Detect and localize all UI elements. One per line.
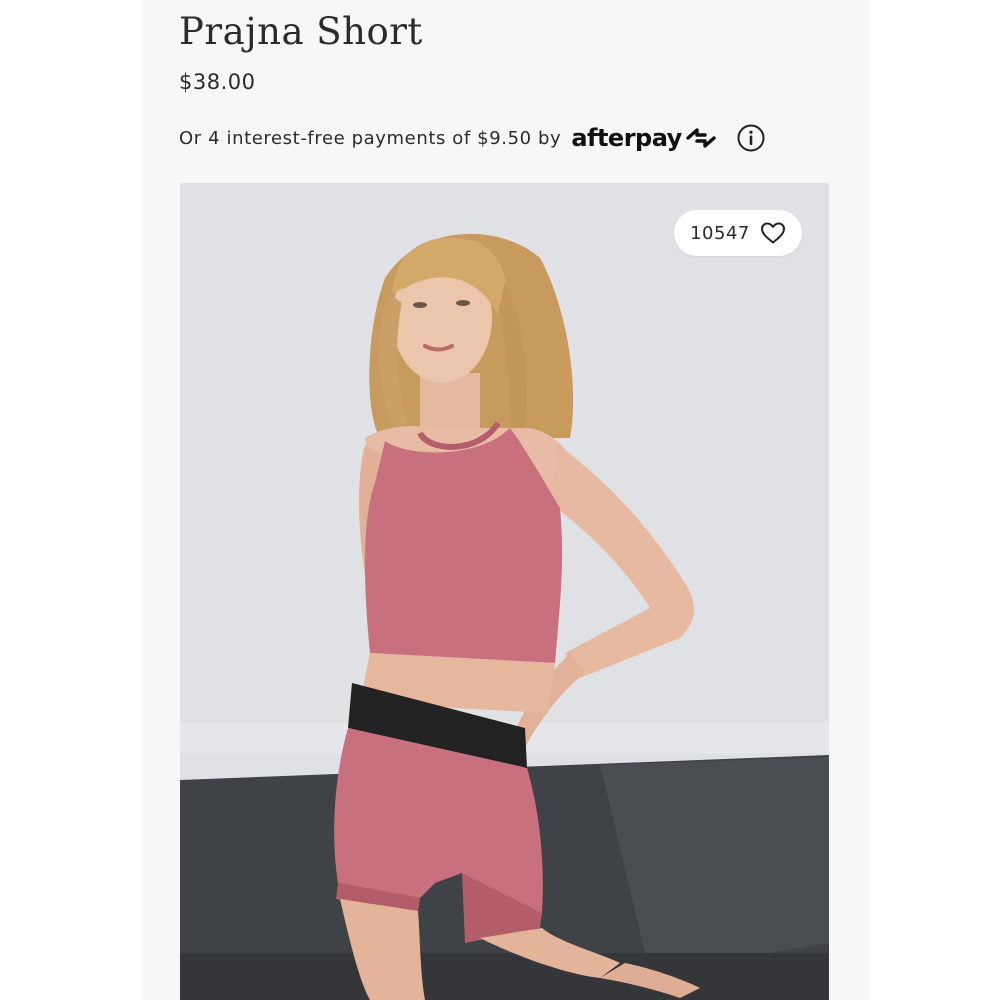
afterpay-arrows-icon — [686, 128, 716, 148]
afterpay-row: Or 4 interest-free payments of $9.50 by … — [179, 120, 766, 156]
product-image[interactable]: 10547 — [180, 183, 829, 1000]
product-photo — [180, 183, 829, 1000]
product-page: Prajna Short $38.00 Or 4 interest-free p… — [142, 0, 869, 1000]
info-icon — [737, 124, 765, 152]
product-title: Prajna Short — [179, 10, 423, 53]
afterpay-wordmark: afterpay — [571, 124, 682, 152]
heart-icon — [760, 222, 785, 244]
afterpay-logo: afterpay — [571, 124, 718, 152]
like-count: 10547 — [690, 222, 750, 244]
wishlist-button[interactable]: 10547 — [674, 210, 802, 256]
afterpay-installment-text: Or 4 interest-free payments of $9.50 by — [179, 127, 562, 149]
product-price: $38.00 — [179, 70, 256, 94]
afterpay-info-button[interactable] — [736, 123, 766, 153]
